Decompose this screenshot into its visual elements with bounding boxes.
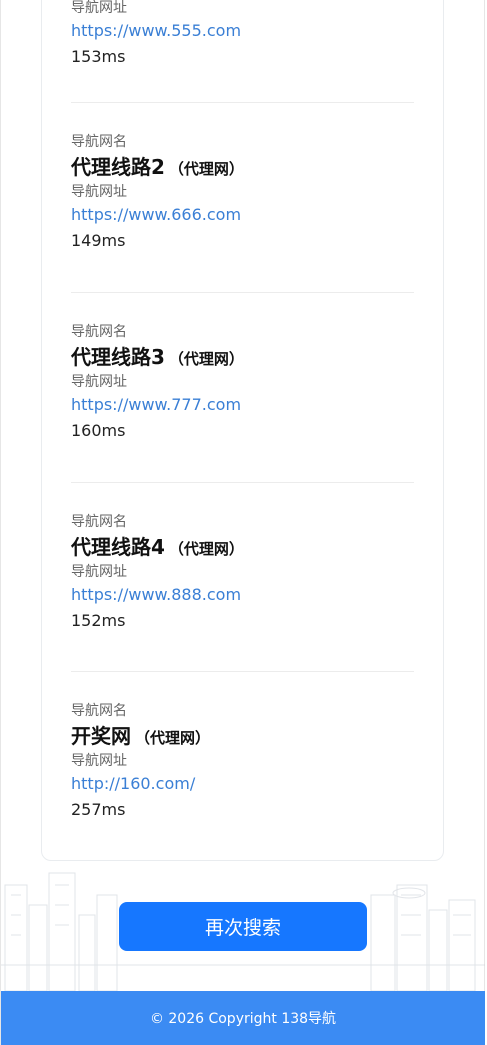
latency-value: 153ms xyxy=(71,47,126,66)
site-tag: （代理网） xyxy=(168,350,244,368)
latency-value: 257ms xyxy=(71,800,126,819)
name-label: 导航网名 xyxy=(71,514,127,530)
url-label: 导航网址 xyxy=(71,753,127,769)
divider xyxy=(71,482,414,483)
divider xyxy=(71,292,414,293)
search-again-button[interactable]: 再次搜索 xyxy=(119,902,367,951)
site-name: 代理线路3 （代理网） xyxy=(71,342,416,372)
site-name-text: 开奖网 xyxy=(71,724,131,748)
result-url-link[interactable]: https://www.666.com xyxy=(71,202,416,228)
result-item: 导航网址 https://www.555.com 153ms xyxy=(71,0,416,70)
site-name-text: 代理线路4 xyxy=(71,535,165,559)
result-url-link[interactable]: http://160.com/ xyxy=(71,771,416,797)
url-label: 导航网址 xyxy=(71,184,127,200)
url-label: 导航网址 xyxy=(71,374,127,390)
result-url-link[interactable]: https://www.555.com xyxy=(71,18,416,44)
url-label: 导航网址 xyxy=(71,0,127,16)
name-label: 导航网名 xyxy=(71,134,127,150)
result-url-link[interactable]: https://www.888.com xyxy=(71,582,416,608)
footer: © 2026 Copyright 138导航 xyxy=(1,991,485,1045)
site-tag: （代理网） xyxy=(135,729,211,747)
latency-value: 160ms xyxy=(71,421,126,440)
site-name: 代理线路2 （代理网） xyxy=(71,152,416,182)
result-url-link[interactable]: https://www.777.com xyxy=(71,392,416,418)
site-tag: （代理网） xyxy=(168,540,244,558)
latency-value: 149ms xyxy=(71,231,126,250)
name-label: 导航网名 xyxy=(71,703,127,719)
divider xyxy=(71,671,414,672)
result-item: 导航网名 代理线路4 （代理网） 导航网址 https://www.888.com… xyxy=(71,512,416,634)
copyright-text: © 2026 Copyright 138导航 xyxy=(149,1011,337,1027)
latency-value: 152ms xyxy=(71,611,126,630)
name-label: 导航网名 xyxy=(71,324,127,340)
result-item: 导航网名 代理线路2 （代理网） 导航网址 https://www.666.com… xyxy=(71,132,416,254)
site-name: 开奖网 （代理网） xyxy=(71,721,416,751)
divider xyxy=(71,102,414,103)
result-item: 导航网名 代理线路3 （代理网） 导航网址 https://www.777.com… xyxy=(71,322,416,444)
url-label: 导航网址 xyxy=(71,564,127,580)
site-name-text: 代理线路2 xyxy=(71,155,165,179)
site-name: 代理线路4 （代理网） xyxy=(71,532,416,562)
result-item: 导航网名 开奖网 （代理网） 导航网址 http://160.com/ 257ms xyxy=(71,701,416,823)
site-name-text: 代理线路3 xyxy=(71,345,165,369)
site-tag: （代理网） xyxy=(168,160,244,178)
